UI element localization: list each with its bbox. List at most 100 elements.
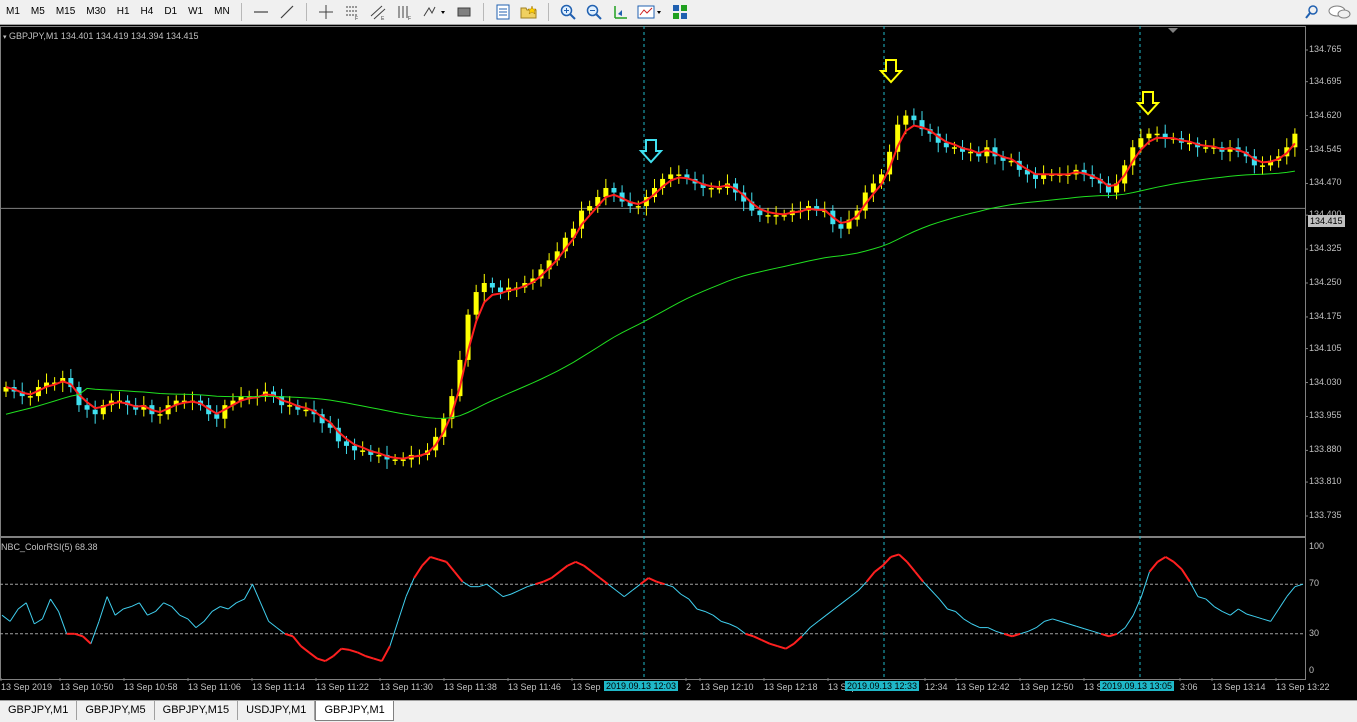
fibonacci-icon[interactable]: F (341, 1, 363, 23)
candle-body (1138, 138, 1144, 148)
rsi-line-segment (785, 642, 795, 650)
arrow-tool-icon[interactable] (419, 1, 449, 23)
rsi-line-segment (1076, 625, 1085, 630)
rsi-line-segment (1221, 611, 1231, 616)
candle-body (497, 287, 503, 293)
chart-tab[interactable]: GBPJPY,M1 (0, 701, 78, 720)
price-axis-label: 133.735 (1309, 510, 1342, 520)
rsi-line-segment (90, 621, 100, 644)
candle-body (1259, 165, 1265, 167)
rsi-line-segment (1229, 608, 1239, 616)
signal-time-label: 2019.09.13 13:05 (1100, 681, 1175, 691)
zoom-in-icon[interactable] (557, 1, 579, 23)
timeframe-m15-button[interactable]: M15 (51, 1, 80, 23)
chart-canvas[interactable] (0, 26, 1357, 700)
rsi-line-segment (453, 571, 464, 583)
rsi-line-segment (324, 655, 334, 662)
timeframe-d1-button[interactable]: D1 (159, 1, 182, 23)
time-axis-label: 13 Sep 13:22 (1276, 682, 1330, 692)
chart-shift-icon[interactable] (609, 1, 631, 23)
rsi-line-segment (1132, 596, 1142, 616)
rsi-line-segment (1173, 561, 1183, 571)
channel-icon[interactable]: E (367, 1, 389, 23)
favorite-folder-icon[interactable] (518, 1, 540, 23)
price-axis-label: 134.470 (1309, 177, 1342, 188)
zoom-out-icon[interactable] (583, 1, 605, 23)
chart-tab[interactable]: USDJPY,M1 (238, 701, 316, 720)
timeframe-m1-button[interactable]: M1 (1, 1, 25, 23)
rsi-line-segment (842, 596, 851, 604)
rsi-line-segment (357, 651, 367, 658)
rsi-line-segment (680, 593, 690, 600)
search-icon[interactable] (1301, 1, 1323, 23)
rsi-line-segment (761, 639, 771, 645)
main-pane-frame (0, 26, 1306, 537)
timeframe-w1-button[interactable]: W1 (183, 1, 208, 23)
rsi-line-segment (155, 602, 164, 612)
price-axis-label: 133.810 (1309, 476, 1342, 487)
indicators-icon[interactable] (635, 1, 665, 23)
chart-tab[interactable]: GBPJPY,M1 (315, 701, 394, 721)
rsi-line-segment (615, 590, 625, 597)
rsi-line-segment (187, 618, 197, 628)
chart-tab[interactable]: GBPJPY,M15 (155, 701, 239, 720)
time-axis-label: 13 Sep 11:46 (508, 682, 561, 692)
rsi-line-segment (203, 611, 213, 622)
rsi-line-segment (914, 571, 924, 583)
rsi-line-segment (930, 590, 940, 600)
crosshair-icon[interactable] (315, 1, 337, 23)
rsi-line-segment (227, 602, 237, 610)
rsi-line-segment (1262, 618, 1271, 622)
rsi-line-segment (308, 651, 318, 660)
timeframe-mn-button[interactable]: MN (209, 1, 235, 23)
horizontal-line-icon[interactable] (250, 1, 272, 23)
sell-signal-arrow-icon (1135, 91, 1161, 116)
template-icon[interactable] (492, 1, 514, 23)
chart-window[interactable]: ▾ GBPJPY,M1 134.401 134.419 134.394 134.… (0, 26, 1357, 700)
rsi-line-segment (955, 611, 964, 620)
timeframe-m30-button[interactable]: M30 (81, 1, 110, 23)
rsi-line-segment (332, 647, 343, 657)
rsi-line-segment (850, 590, 859, 597)
svg-text:F: F (408, 16, 411, 20)
rsi-line-segment (648, 577, 657, 583)
rsi-line-segment (1068, 623, 1077, 627)
time-axis-label: 13 Sep 11:06 (188, 682, 241, 692)
rsi-line-segment (147, 611, 156, 616)
trend-line-icon[interactable] (276, 1, 298, 23)
rsi-line-segment (696, 608, 706, 612)
candle-body (92, 409, 98, 415)
rsi-line-segment (1157, 556, 1167, 563)
time-axis-label: 13 Sep 11:38 (444, 682, 497, 692)
rsi-line-segment (462, 581, 471, 588)
timeframe-m5-button[interactable]: M5 (26, 1, 50, 23)
time-axis-label: 2 (686, 682, 692, 692)
price-axis-label: 133.955 (1309, 410, 1342, 421)
chart-tab[interactable]: GBPJPY,M5 (77, 701, 155, 720)
rsi-line-segment (349, 648, 358, 654)
rsi-line-segment (1278, 596, 1288, 610)
chart-bar-icon[interactable] (453, 1, 475, 23)
rsi-line-segment (1036, 621, 1045, 628)
rsi-line-segment (834, 602, 843, 610)
rsi-line-segment (558, 564, 569, 573)
fibonacci-fan-icon[interactable]: F (393, 1, 415, 23)
timeframe-h4-button[interactable]: H4 (136, 1, 159, 23)
timeframe-h1-button[interactable]: H1 (112, 1, 135, 23)
rsi-line-segment (106, 596, 116, 616)
chat-icon[interactable] (1327, 1, 1353, 23)
rsi-line-segment (211, 606, 221, 612)
rsi-line-segment (1165, 556, 1175, 563)
time-axis-label: 13 Sep 11:14 (252, 682, 305, 692)
rsi-line-segment (1205, 598, 1215, 607)
candle-body (911, 115, 917, 121)
rsi-line-segment (938, 598, 948, 610)
chart-shift-marker (1168, 28, 1178, 33)
rsi-line-segment (17, 602, 27, 610)
candle-body (968, 151, 974, 154)
signal-time-label: 2019.09.13 12:03 (604, 681, 679, 691)
tile-windows-icon[interactable] (669, 1, 691, 23)
rsi-line-segment (623, 590, 633, 597)
rsi-line-segment (397, 596, 407, 622)
price-axis-label: 134.105 (1309, 342, 1342, 353)
